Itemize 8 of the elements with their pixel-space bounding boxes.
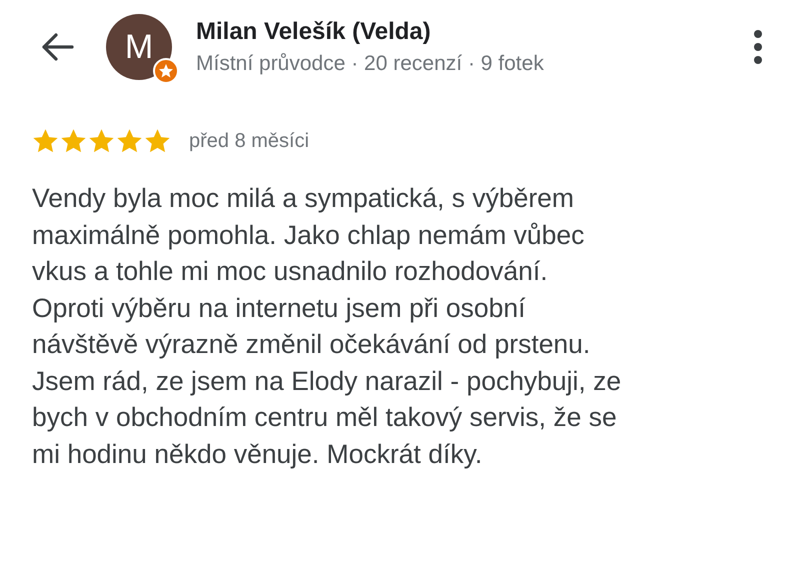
back-icon[interactable] bbox=[40, 32, 74, 62]
reviewer-stats: Místní průvodce · 20 recenzí · 9 fotek bbox=[196, 52, 545, 76]
review-text: Vendy byla moc milá a sympatická, s výběrem maximálně pomohla. Jako chlap nemám vůbec vkus a tohle mi moc usnadnilo rozhodování. Oproti výběru na internetu jsem při osobní návštěvě výrazně změnil očekávání od prstenu. Jsem rád, ze jsem na Elody narazil - pochybuji, ze bych v obchodním centru měl takový servis, že se mi hodinu někdo věnuje. Mockrát díky. bbox=[32, 182, 622, 470]
review-date: před 8 měsíci bbox=[189, 130, 310, 152]
star-badge-icon bbox=[153, 58, 179, 84]
reviewer-name[interactable]: Milan Velešík (Velda) bbox=[196, 18, 753, 46]
more-options-icon[interactable] bbox=[753, 29, 763, 65]
avatar[interactable]: M bbox=[106, 14, 172, 80]
